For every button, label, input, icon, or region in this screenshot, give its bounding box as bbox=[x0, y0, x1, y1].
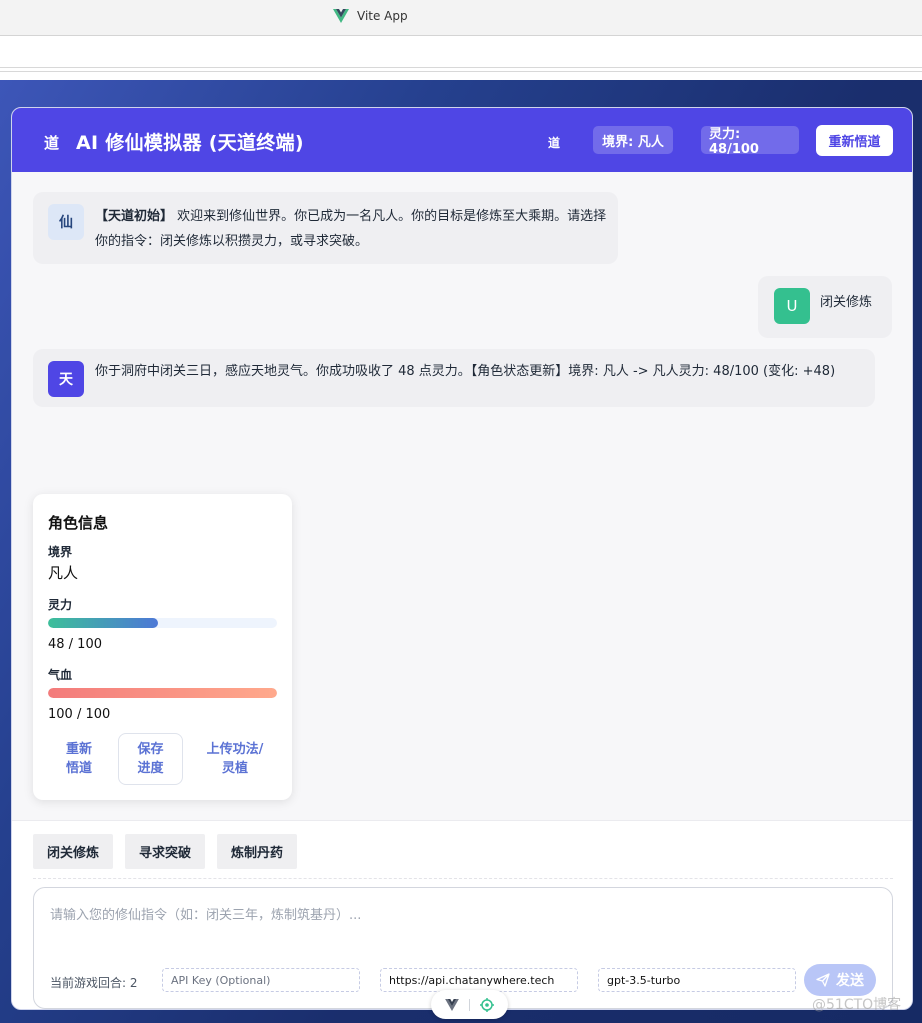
realm-value: 凡人 bbox=[48, 564, 79, 582]
tab-title: Vite App bbox=[357, 9, 408, 23]
quick-action-alchemy[interactable]: 炼制丹药 bbox=[217, 834, 297, 869]
round-counter: 当前游戏回合: 2 bbox=[50, 976, 138, 990]
send-button[interactable]: 发送 bbox=[804, 964, 876, 996]
divider bbox=[469, 998, 470, 1011]
user-avatar: U bbox=[774, 288, 810, 324]
spirit-label: 灵力 bbox=[48, 598, 73, 612]
vue-logo-icon bbox=[333, 9, 349, 23]
character-info-card: 角色信息 境界 凡人 灵力 48 / 100 气血 100 / 100 重新 悟… bbox=[33, 494, 292, 800]
spirit-bar-fill bbox=[48, 618, 158, 628]
upload-label: 上传功法/ 灵植 bbox=[206, 742, 264, 776]
ai-message: 天 你于洞府中闭关三日，感应天地灵气。你成功吸收了 48 点灵力。【角色状态更新… bbox=[33, 349, 875, 407]
restart-dao-button[interactable]: 重新 悟道 bbox=[48, 733, 110, 785]
system-message: 仙 【天道初始】 欢迎来到修仙世界。你已成为一名凡人。你的目标是修炼至大乘期。请… bbox=[33, 192, 618, 264]
save-progress-label: 保存 进度 bbox=[137, 742, 164, 776]
app-header: 道 AI 修仙模拟器 (天道终端) 道 境界: 凡人 灵力: 48/100 重新… bbox=[12, 108, 912, 172]
spirit-value: 48 / 100 bbox=[48, 637, 102, 652]
restart-button[interactable]: 重新悟道 bbox=[816, 125, 893, 156]
spirit-badge: 灵力: 48/100 bbox=[701, 126, 799, 157]
upload-button[interactable]: 上传功法/ 灵植 bbox=[193, 733, 277, 785]
user-message: U 闭关修炼 bbox=[758, 276, 892, 338]
card-title: 角色信息 bbox=[48, 514, 109, 532]
vue-devtools-icon bbox=[445, 998, 459, 1011]
blood-label: 气血 bbox=[48, 668, 73, 682]
browser-address-bar[interactable] bbox=[0, 36, 922, 68]
blood-bar bbox=[48, 688, 277, 698]
realm-badge: 境界: 凡人 bbox=[593, 126, 673, 154]
app-window: 道 AI 修仙模拟器 (天道终端) 道 境界: 凡人 灵力: 48/100 重新… bbox=[11, 107, 913, 1010]
dao-logo: 道 bbox=[44, 134, 60, 152]
realm-label: 境界 bbox=[48, 545, 73, 559]
restart-dao-label: 重新 悟道 bbox=[65, 742, 92, 776]
spirit-bar bbox=[48, 618, 277, 628]
page-title: AI 修仙模拟器 (天道终端) bbox=[76, 132, 304, 154]
tian-avatar: 天 bbox=[48, 361, 84, 397]
message-text: 【天道初始】 欢迎来到修仙世界。你已成为一名凡人。你的目标是修炼至大乘期。请选择… bbox=[95, 204, 615, 254]
api-url-field[interactable]: https://api.chatanywhere.tech bbox=[380, 968, 578, 992]
quick-action-meditate[interactable]: 闭关修炼 bbox=[33, 834, 113, 869]
message-text: 闭关修炼 bbox=[820, 295, 873, 310]
watermark: @51CTO博客 bbox=[812, 997, 902, 1013]
api-key-field[interactable]: API Key (Optional) bbox=[162, 968, 360, 992]
xian-avatar: 仙 bbox=[48, 204, 84, 240]
command-input[interactable]: 请输入您的修仙指令（如：闭关三年，炼制筑基丹）... bbox=[50, 904, 361, 923]
save-progress-button[interactable]: 保存 进度 bbox=[118, 733, 183, 785]
message-text: 你于洞府中闭关三日，感应天地灵气。你成功吸收了 48 点灵力。【角色状态更新】境… bbox=[95, 364, 836, 379]
target-icon bbox=[480, 997, 494, 1012]
blood-bar-fill bbox=[48, 688, 277, 698]
browser-tabbar: Vite App bbox=[0, 0, 922, 36]
quick-action-breakthrough[interactable]: 寻求突破 bbox=[125, 834, 205, 869]
vue-devtools-toggle[interactable] bbox=[431, 990, 508, 1019]
send-icon bbox=[816, 973, 830, 987]
dao-mark: 道 bbox=[548, 136, 561, 150]
input-area: 闭关修炼 寻求突破 炼制丹药 请输入您的修仙指令（如：闭关三年，炼制筑基丹）..… bbox=[12, 820, 912, 1009]
browser-tab[interactable]: Vite App bbox=[333, 9, 408, 23]
divider bbox=[33, 878, 893, 879]
send-label: 发送 bbox=[836, 973, 864, 989]
divider bbox=[0, 71, 922, 72]
model-field[interactable]: gpt-3.5-turbo bbox=[598, 968, 796, 992]
blood-value: 100 / 100 bbox=[48, 707, 111, 722]
message-tag: 【天道初始】 bbox=[95, 209, 174, 224]
